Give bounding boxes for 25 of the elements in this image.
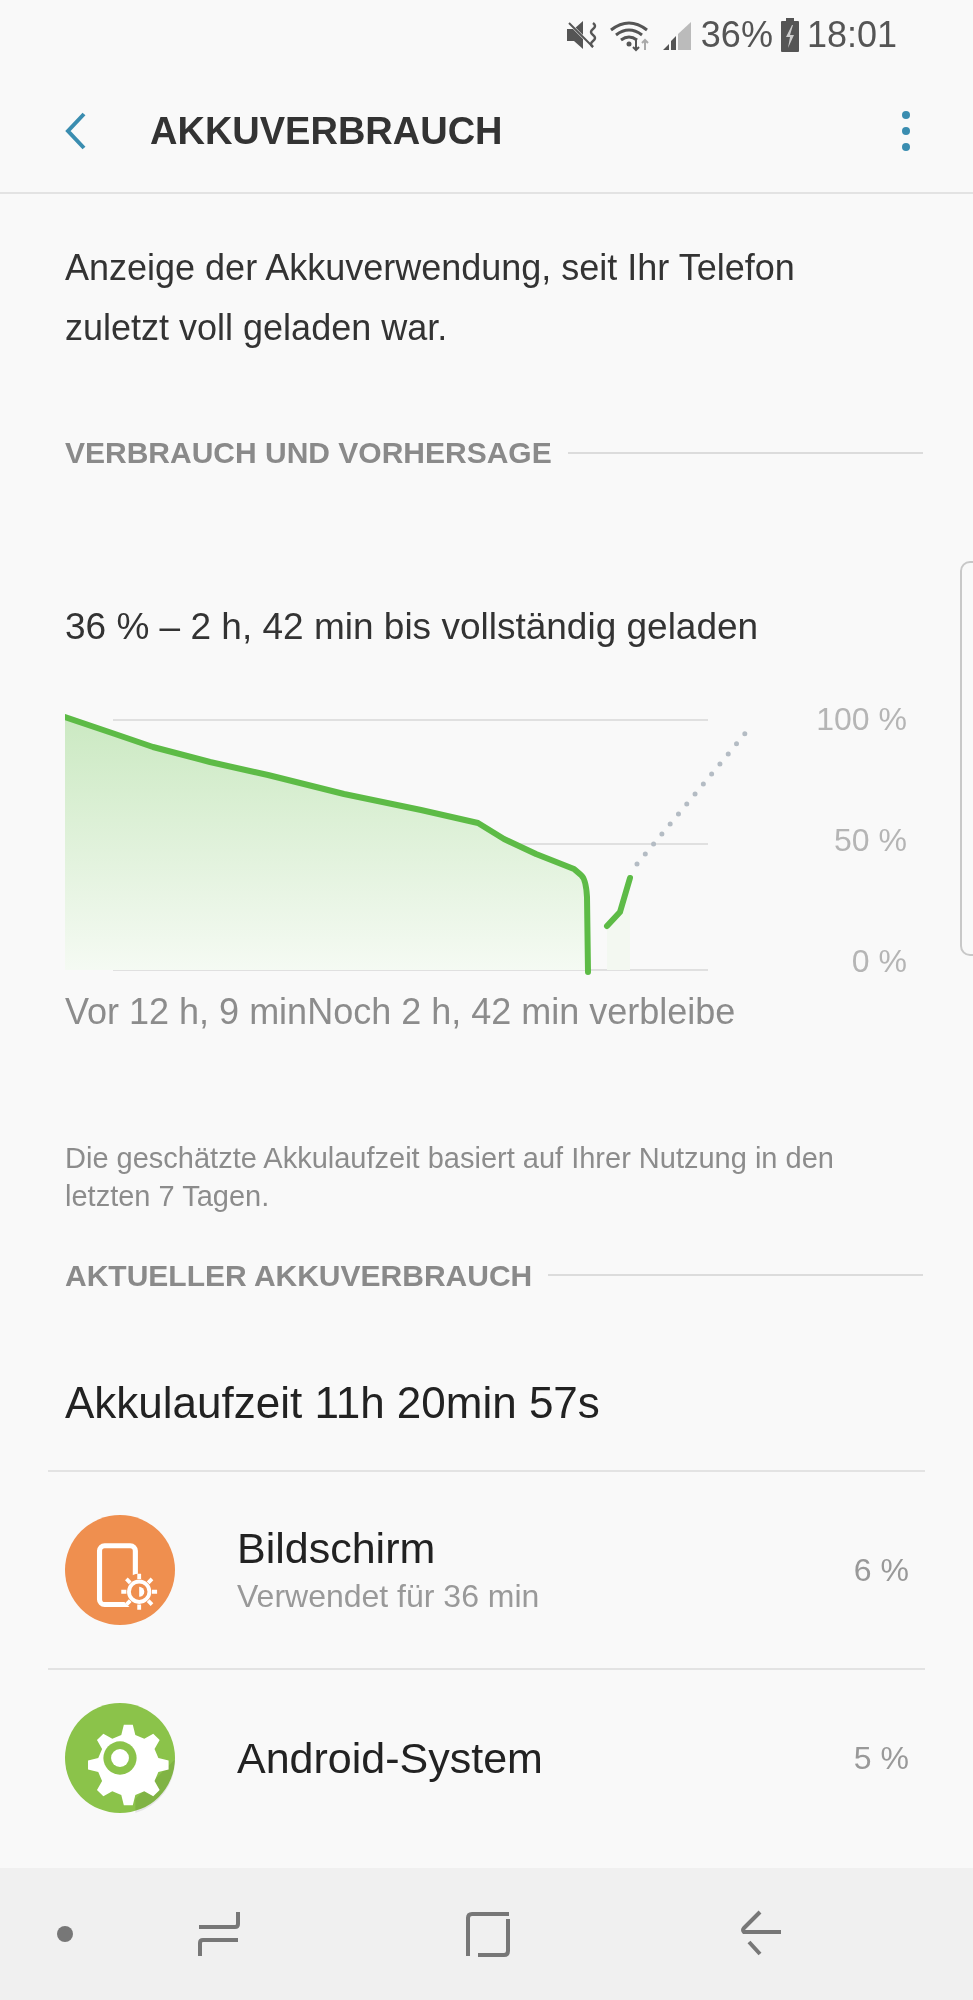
intro-text: Anzeige der Akkuverwendung, seit Ihr Telefon zuletzt voll geladen war. [65,246,796,350]
item-name: Bildschirm [237,1522,437,1574]
item-name: Android-System [237,1732,543,1784]
usage-percent: 6 % [853,1550,909,1590]
axis-label: 100 % [816,700,907,737]
section-heading: VERBRAUCH UND VORHERSAGE [65,435,552,471]
back-icon[interactable] [739,1910,783,1958]
section-heading: AKTUELLER AKKUVERBRAUCH [65,1257,533,1294]
battery-charging-icon [780,18,799,52]
recent-apps-icon[interactable] [197,1910,241,1958]
page-title: AKKUVERBRAUCH [150,108,503,154]
axis-label: 50 % [834,821,907,858]
battery-percent: 36% [700,13,773,57]
estimate-note: Die geschätzte Akkulaufzeit basiert auf Ihrer Nutzung in den letzten 7 Tagen. [65,1140,835,1214]
item-detail: Verwendet für 36 min [237,1576,540,1616]
battery-time-total: Akkulaufzeit 11h 20min 57s [65,1376,601,1429]
usage-item[interactable]: Android-System 5 % [48,1669,925,1846]
usage-item[interactable]: Bildschirm Verwendet für 36 min 6 % [48,1471,925,1670]
home-icon[interactable] [465,1911,511,1957]
axis-label: 0 % [851,942,907,979]
clock: 18:01 [806,13,897,57]
usage-percent: 5 % [853,1738,909,1778]
chevron-left-icon [64,111,88,151]
time-range-caption: Vor 12 h, 9 minNoch 2 h, 42 min verbleibe [65,989,737,1034]
forecast-text: 36 % – 2 h, 42 min bis vollständig geladen [65,605,760,649]
